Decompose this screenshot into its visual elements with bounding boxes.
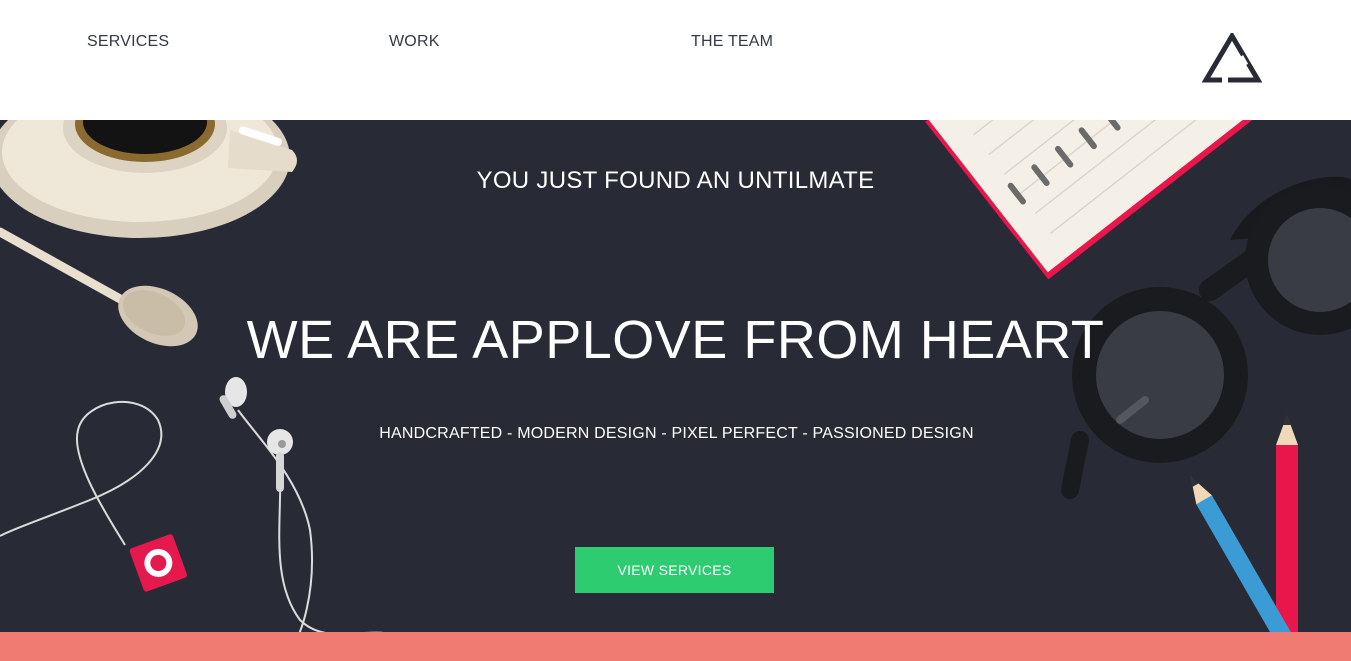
view-services-button[interactable]: VIEW SERVICES — [575, 547, 774, 593]
nav-item-the-team[interactable]: THE TEAM — [691, 33, 773, 51]
triangle-logo-icon[interactable] — [1201, 31, 1263, 85]
hero-eyebrow: YOU JUST FOUND AN UNTILMATE — [476, 167, 875, 194]
earphones-icon — [0, 377, 383, 632]
nav-item-services[interactable]: SERVICES — [87, 33, 169, 51]
hero-headline: WE ARE APPLOVE FROM HEART — [246, 310, 1105, 370]
hero-section: YOU JUST FOUND AN UNTILMATE WE ARE APPLO… — [0, 120, 1351, 632]
notebook-icon — [925, 120, 1262, 280]
hero-tagline: HANDCRAFTED - MODERN DESIGN - PIXEL PERF… — [379, 425, 974, 442]
top-nav: SERVICES WORK THE TEAM — [0, 0, 1351, 120]
nav-item-work[interactable]: WORK — [389, 33, 440, 51]
music-player-icon — [129, 534, 187, 592]
bottom-band — [0, 632, 1351, 661]
